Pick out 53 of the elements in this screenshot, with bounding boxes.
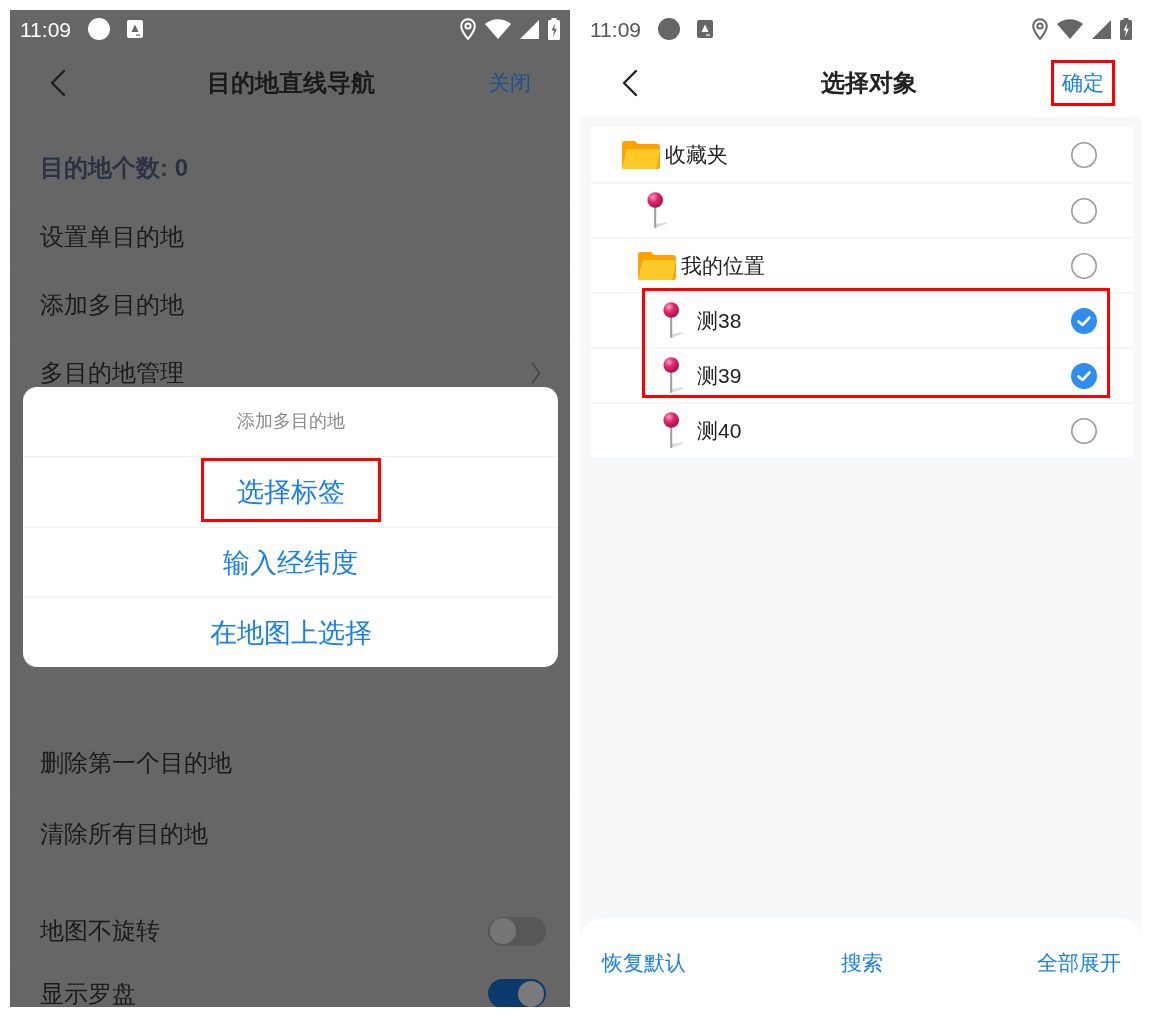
- pushpin-icon: [646, 192, 668, 229]
- item-label: 我的位置: [681, 252, 765, 279]
- screen-title: 目的地直线导航: [206, 68, 375, 98]
- toolbar-button[interactable]: 全部展开: [1037, 946, 1121, 979]
- radio-button[interactable]: [1071, 252, 1097, 279]
- back-icon[interactable]: [622, 68, 638, 97]
- chevron-right-icon: [531, 361, 541, 384]
- screen-title: 选择对象: [820, 67, 917, 98]
- setting-label: 显示罗盘: [40, 980, 136, 1007]
- item-label: 测38: [697, 307, 742, 334]
- sheet-title: 添加多目的地: [236, 410, 345, 433]
- menu-item[interactable]: 设置单目的地: [40, 223, 184, 250]
- folder-icon: [622, 139, 660, 170]
- radio-button[interactable]: [1071, 307, 1097, 334]
- status-time: 11:09: [590, 18, 641, 40]
- pushpin-icon: [662, 302, 684, 339]
- destination-count: 目的地个数: 0: [40, 155, 188, 181]
- item-label: 收藏夹: [665, 141, 728, 168]
- location-icon: [460, 18, 476, 40]
- tile-icon: [127, 20, 143, 38]
- battery-icon: [548, 18, 560, 40]
- item-label: 测40: [697, 417, 742, 444]
- signal-icon: [1092, 19, 1111, 39]
- menu-item[interactable]: 添加多目的地: [40, 291, 184, 318]
- radio-button[interactable]: [1071, 197, 1097, 224]
- toggle-switch[interactable]: [488, 916, 546, 946]
- radio-button[interactable]: [1071, 362, 1097, 389]
- sheet-option[interactable]: 输入经纬度: [223, 547, 358, 578]
- toolbar-button[interactable]: 搜索: [840, 946, 883, 979]
- status-time: 11:09: [20, 18, 71, 40]
- circle-icon: [658, 18, 680, 40]
- wifi-icon: [1057, 19, 1083, 39]
- pushpin-icon: [662, 357, 684, 394]
- radio-button[interactable]: [1071, 417, 1097, 444]
- signal-icon: [520, 19, 539, 39]
- circle-icon: [88, 18, 110, 40]
- location-icon: [1032, 18, 1048, 40]
- battery-icon: [1120, 18, 1132, 40]
- confirm-button[interactable]: 确定: [1051, 59, 1115, 106]
- radio-button[interactable]: [1071, 141, 1097, 168]
- tile-icon: [697, 20, 713, 38]
- sheet-option[interactable]: 选择标签: [236, 477, 345, 507]
- folder-icon: [638, 250, 676, 281]
- menu-item[interactable]: 多目的地管理: [40, 359, 184, 386]
- setting-label: 地图不旋转: [40, 918, 160, 944]
- wifi-icon: [485, 19, 511, 39]
- item-label: 测39: [697, 362, 742, 389]
- toggle-switch[interactable]: [488, 979, 546, 1007]
- pushpin-icon: [662, 412, 684, 449]
- menu-item[interactable]: 清除所有目的地: [40, 821, 208, 847]
- menu-item[interactable]: 删除第一个目的地: [40, 749, 232, 776]
- toolbar-button[interactable]: 恢复默认: [602, 946, 686, 979]
- sheet-option[interactable]: 在地图上选择: [209, 617, 372, 648]
